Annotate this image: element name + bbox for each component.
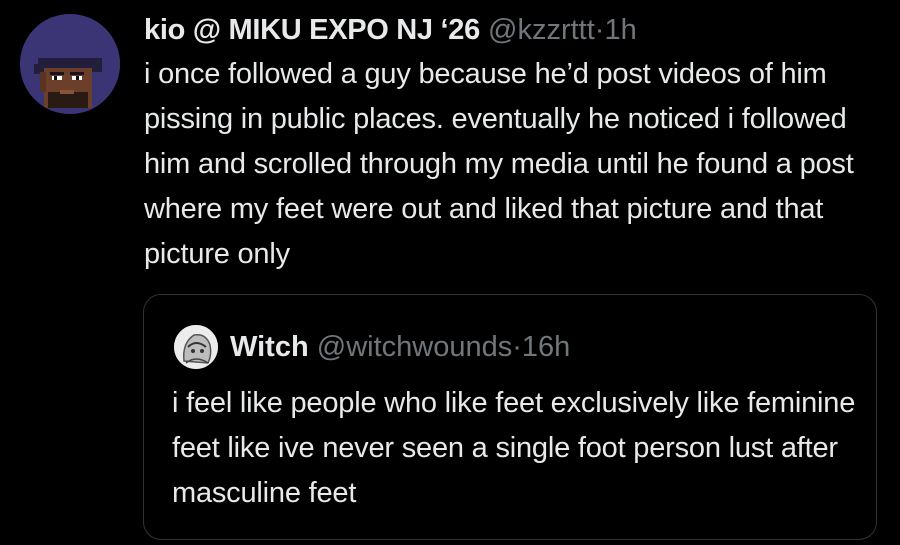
tweet[interactable]: kio @ MIKU EXPO NJ ‘26 @kzzrttt·1h i onc…: [0, 0, 900, 545]
tweet-text: i once followed a guy because he’d post …: [144, 58, 854, 270]
quoted-handle[interactable]: @witchwounds: [317, 331, 512, 363]
quoted-tweet-text: i feel like people who like feet exclusi…: [172, 387, 856, 509]
quoted-separator-dot: ·: [512, 331, 522, 363]
tweet-header: kio @ MIKU EXPO NJ ‘26 @kzzrttt·1h: [144, 8, 637, 52]
pixel-art-character-icon: [20, 14, 120, 114]
timestamp[interactable]: 1h: [604, 14, 636, 46]
quoted-timestamp[interactable]: 16h: [522, 331, 570, 363]
profile-avatar[interactable]: [20, 14, 120, 114]
quoted-tweet[interactable]: Witch @witchwounds·16h i feel like peopl…: [143, 294, 877, 540]
quoted-header: Witch @witchwounds·16h: [230, 325, 570, 369]
quoted-display-name[interactable]: Witch: [230, 331, 309, 363]
quoted-avatar[interactable]: [174, 325, 218, 369]
display-name[interactable]: kio @ MIKU EXPO NJ ‘26: [144, 14, 480, 46]
separator-dot: ·: [594, 14, 605, 46]
sketch-character-icon: [174, 325, 218, 369]
user-handle[interactable]: @kzzrttt: [488, 14, 595, 46]
